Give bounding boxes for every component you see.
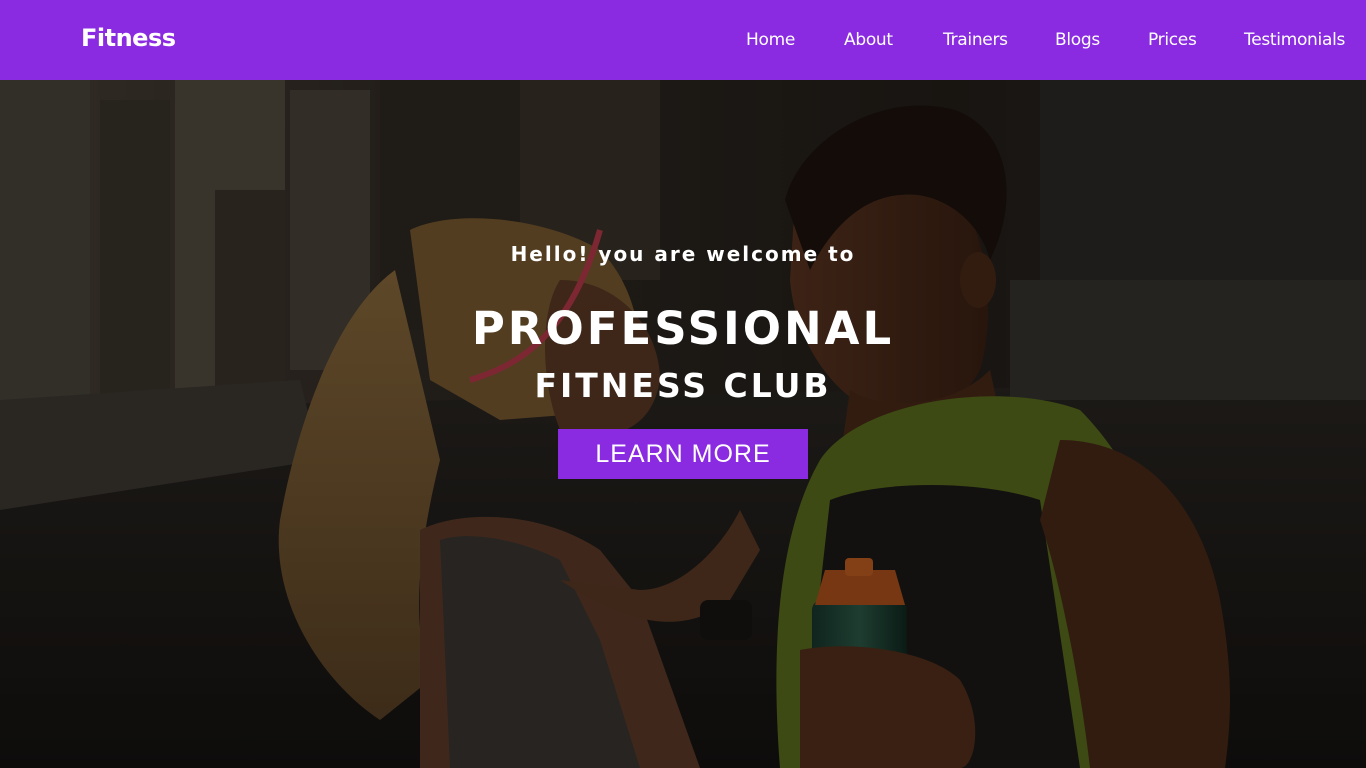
nav-menu: Home About Trainers Blogs Prices Testimo…: [0, 30, 1366, 56]
learn-more-button[interactable]: LEARN MORE: [558, 429, 808, 479]
nav-item-home[interactable]: Home: [746, 30, 795, 50]
nav-item-testimonials[interactable]: Testimonials: [1244, 30, 1345, 50]
hero-content: Hello! you are welcome to PROFESSIONAL F…: [0, 80, 1366, 768]
navbar: Fitness Home About Trainers Blogs Prices…: [0, 0, 1366, 80]
nav-item-about[interactable]: About: [844, 30, 893, 50]
nav-item-prices[interactable]: Prices: [1148, 30, 1197, 50]
hero-section: Hello! you are welcome to PROFESSIONAL F…: [0, 80, 1366, 768]
hero-headline: PROFESSIONAL: [471, 302, 895, 355]
hero-subheadline: FITNESS CLUB: [534, 366, 832, 405]
nav-item-trainers[interactable]: Trainers: [943, 30, 1008, 50]
hero-welcome-text: Hello! you are welcome to: [510, 242, 856, 266]
nav-item-blogs[interactable]: Blogs: [1055, 30, 1100, 50]
